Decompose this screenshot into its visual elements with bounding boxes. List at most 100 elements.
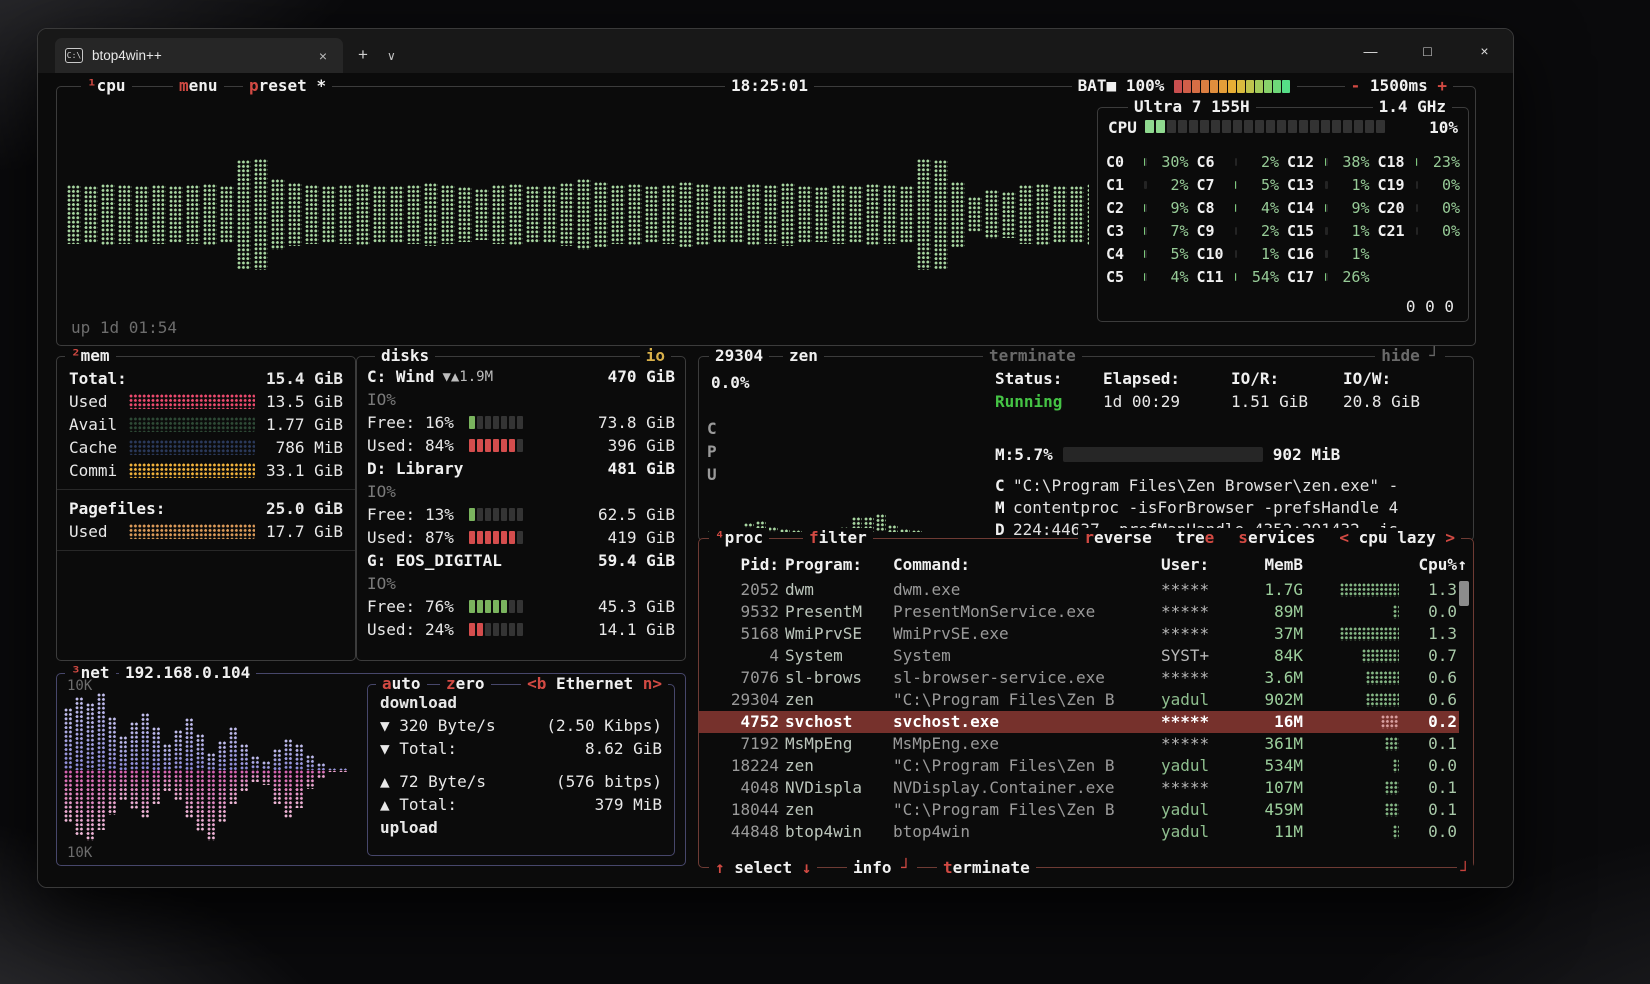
memory-header[interactable]: MemB — [1237, 555, 1303, 574]
rate-increase-button[interactable]: + — [1437, 76, 1447, 95]
cpu-box-title[interactable]: ¹cpu — [81, 76, 132, 96]
process-row[interactable]: 18044zen"C:\Program Files\Zen Byadul459M… — [699, 799, 1459, 821]
graph-column — [356, 184, 370, 245]
iface-prev-button[interactable]: <b — [527, 674, 546, 693]
command-header[interactable]: Command: — [893, 555, 1155, 574]
proc-scrollbar[interactable] — [1459, 581, 1469, 606]
battery-segment — [1183, 80, 1191, 93]
select-keys-hint[interactable]: ↑ select ↓ — [709, 858, 817, 878]
disks-io-toggle[interactable]: io — [640, 346, 671, 366]
filter-button[interactable]: filter — [803, 528, 873, 548]
process-program: System — [785, 645, 887, 667]
process-row[interactable]: 44848btop4winbtop4winyadul11M0.0 — [699, 821, 1459, 843]
process-row[interactable]: 4SystemSystemSYST+84K0.7 — [699, 645, 1459, 667]
sort-direction-icon[interactable]: ↑ — [1457, 555, 1467, 574]
reverse-button[interactable]: reverse — [1084, 528, 1151, 548]
process-user: ***** — [1161, 623, 1231, 645]
reverse-hotkey: r — [1084, 528, 1094, 547]
tab-dropdown-icon[interactable]: ∨ — [381, 49, 408, 73]
process-row[interactable]: 18224zen"C:\Program Files\Zen Byadul534M… — [699, 755, 1459, 777]
meter-segment — [501, 531, 507, 544]
minimize-button[interactable]: — — [1342, 29, 1399, 73]
tab-close-icon[interactable]: × — [313, 48, 333, 64]
core-percent: 2% — [1241, 222, 1279, 240]
arrow-up-icon[interactable]: ↑ — [715, 858, 725, 877]
core-percent: 9% — [1151, 199, 1189, 217]
net-interface-switcher[interactable]: <b Ethernet n> — [521, 674, 668, 694]
process-cpu-graph-fill — [1385, 803, 1399, 817]
sort-mode-switcher[interactable]: < cpu lazy > — [1339, 528, 1455, 548]
meter-segment — [493, 623, 499, 636]
process-row[interactable]: 4752svchostsvchost.exe*****16M0.2 — [699, 711, 1459, 733]
graph-column — [288, 183, 302, 246]
menu-button[interactable]: menu — [173, 76, 224, 96]
core-percent: 5% — [1241, 176, 1279, 194]
core-meter — [1416, 181, 1419, 189]
graph-column — [229, 727, 238, 770]
pid-header[interactable]: Pid: — [707, 555, 779, 574]
menu-label: enu — [189, 76, 218, 95]
process-command: MsMpEng.exe — [893, 733, 1155, 755]
tree-button[interactable]: tree — [1176, 528, 1215, 548]
graph-column — [152, 185, 166, 245]
sort-prev-button[interactable]: < — [1339, 528, 1349, 547]
preset-button[interactable]: preset * — [243, 76, 332, 96]
process-user: ***** — [1161, 711, 1231, 733]
process-row[interactable]: 5168WmiPrvSEWmiPrvSE.exe*****37M1.3 — [699, 623, 1459, 645]
sort-next-button[interactable]: > — [1445, 528, 1455, 547]
battery-percent: 100% — [1126, 76, 1165, 95]
core-percent: 54% — [1241, 268, 1279, 286]
net-spacer — [380, 760, 662, 770]
new-tab-button[interactable]: + — [343, 45, 381, 73]
battery-segment — [1255, 80, 1263, 93]
graph-column — [509, 184, 523, 245]
arrow-down-icon[interactable]: ↓ — [802, 858, 812, 877]
process-row[interactable]: 2052dwmdwm.exe*****1.7G1.3 — [699, 579, 1459, 601]
meter-segment — [485, 623, 491, 636]
net-auto-toggle[interactable]: auto — [376, 674, 427, 694]
proc-box-title[interactable]: ⁴proc — [709, 528, 769, 548]
core-meter — [1325, 181, 1328, 189]
graph-column — [163, 770, 172, 792]
process-row[interactable]: 9532PresentMPresentMonService.exe*****89… — [699, 601, 1459, 623]
graph-column — [262, 770, 271, 785]
process-pid: 18044 — [707, 799, 779, 821]
process-row[interactable]: 4048NVDisplaNVDisplay.Container.exe*****… — [699, 777, 1459, 799]
iface-next-button[interactable]: n> — [643, 674, 662, 693]
close-button[interactable]: × — [1456, 29, 1513, 73]
core-stat: C92% — [1197, 219, 1280, 242]
graph-column — [645, 186, 659, 242]
download-section-label: download — [380, 691, 662, 714]
process-row[interactable]: 7192MsMpEngMsMpEng.exe*****361M0.1 — [699, 733, 1459, 755]
detail-terminate-button[interactable]: terminate — [983, 346, 1082, 366]
cpu-header[interactable]: Cpu% — [1405, 555, 1457, 574]
mem-row-value: 13.5 GiB — [261, 392, 343, 411]
terminate-button[interactable]: terminate — [937, 858, 1036, 878]
net-zero-toggle[interactable]: zero — [440, 674, 491, 694]
core-percent: 23% — [1422, 153, 1460, 171]
disks-box-title[interactable]: disks — [375, 346, 435, 366]
rate-decrease-button[interactable]: - — [1351, 76, 1361, 95]
core-stat: C1823% — [1378, 150, 1461, 173]
process-row[interactable]: 29304zen"C:\Program Files\Zen Byadul902M… — [699, 689, 1459, 711]
graph-column — [75, 697, 84, 770]
elapsed-header: Elapsed: — [1103, 369, 1231, 388]
maximize-button[interactable]: □ — [1399, 29, 1456, 73]
core-percent: 5% — [1151, 245, 1189, 263]
meter-segment — [477, 531, 483, 544]
core-stat: C161% — [1287, 242, 1370, 265]
graph-column — [876, 514, 886, 532]
user-header[interactable]: User: — [1161, 555, 1231, 574]
graph-column — [407, 185, 421, 245]
terminal-tab[interactable]: C:\ btop4win++ × — [55, 38, 343, 73]
mem-box-title[interactable]: ²mem — [65, 346, 116, 366]
detail-hide-button[interactable]: hide ┘ — [1375, 346, 1445, 366]
titlebar[interactable]: C:\ btop4win++ × + ∨ — □ × — [38, 29, 1513, 73]
graph-column — [119, 736, 128, 770]
program-header[interactable]: Program: — [785, 555, 887, 574]
disk-meter — [469, 416, 523, 429]
services-button[interactable]: services — [1238, 528, 1315, 548]
process-row[interactable]: 7076sl-browssl-browser-service.exe*****3… — [699, 667, 1459, 689]
download-total-row: ▼ Total: 8.62 GiB — [380, 737, 662, 760]
info-button[interactable]: info ┘ — [847, 858, 917, 878]
